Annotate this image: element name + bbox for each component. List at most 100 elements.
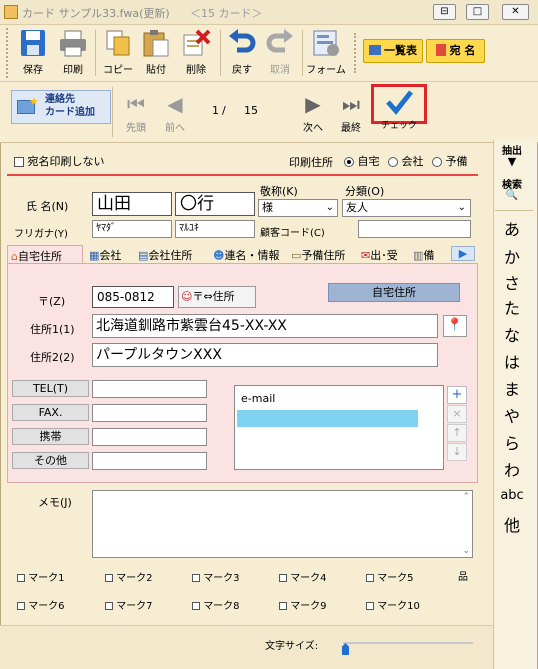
next-record-button[interactable]: ▶ 次へ (297, 89, 329, 134)
honorific-select[interactable]: 様 ⌄ (258, 199, 338, 217)
mark10-checkbox[interactable]: マーク10 (366, 597, 420, 612)
undo-button[interactable]: 戻す (223, 28, 261, 80)
kana-other[interactable]: 他 (500, 512, 524, 536)
kana-ma[interactable]: ま (500, 376, 524, 400)
fax-label-button[interactable]: FAX. (12, 404, 89, 421)
tab-notes[interactable]: ▥備 (413, 245, 447, 263)
list-view-button[interactable]: 一覧表 (363, 39, 423, 63)
address2-input[interactable]: パープルタウンXXX (92, 343, 438, 367)
mark6-checkbox[interactable]: マーク6 (17, 597, 65, 612)
move-down-button[interactable]: ↓ (447, 443, 467, 461)
tab-joint-info[interactable]: ☻連名・情報 (213, 245, 289, 263)
tab-scroll-right-button[interactable]: ▶ (451, 246, 475, 261)
print-button[interactable]: 印刷 (54, 28, 92, 80)
mark4-checkbox[interactable]: マーク4 (279, 569, 327, 584)
tel-label-button[interactable]: TEL(T) (12, 380, 89, 397)
kana-ta[interactable]: た (500, 295, 524, 319)
mark5-check[interactable] (366, 574, 374, 582)
add-contact-card-button[interactable]: ★ 連絡先 カード追加 (11, 90, 111, 124)
mark4-check[interactable] (279, 574, 287, 582)
move-up-button[interactable]: ↑ (447, 424, 467, 442)
address-button[interactable]: 宛 名 (426, 39, 485, 63)
kana-ra[interactable]: ら (500, 430, 524, 454)
first-kana-input[interactable]: ﾏﾙﾕｷ (175, 220, 255, 238)
tab-company[interactable]: ▦会社 (89, 245, 137, 263)
prev-record-button[interactable]: ◀ 前へ (159, 89, 191, 134)
form-button[interactable]: フォーム (306, 28, 346, 80)
mark3-checkbox[interactable]: マーク3 (192, 569, 240, 584)
email-list[interactable]: e-mail (234, 385, 444, 470)
first-name-input[interactable]: 〇行 (175, 192, 255, 216)
map-pin-button[interactable]: 📍 (443, 315, 467, 337)
kana-sa[interactable]: さ (500, 270, 524, 294)
last-kana-input[interactable]: ﾔﾏﾀﾞ (92, 220, 172, 238)
extract-button[interactable]: 抽出 ▼ (500, 142, 524, 167)
zip-to-address-button[interactable]: ☺〒⇔住所 (178, 286, 256, 308)
maximize-button[interactable]: □ (466, 4, 489, 20)
kana-wa[interactable]: わ (500, 457, 524, 481)
radio-home[interactable] (344, 157, 354, 167)
tab-home-address[interactable]: ⌂自宅住所 (7, 245, 83, 263)
tab-company-address[interactable]: ▤会社住所 (138, 245, 208, 263)
mark7-checkbox[interactable]: マーク7 (105, 597, 153, 612)
print-addr-company-radio[interactable]: 会社 (388, 153, 424, 169)
no-print-checkbox[interactable]: 宛名印刷しない (14, 153, 105, 169)
kana-ka[interactable]: か (500, 244, 524, 268)
mark9-check[interactable] (279, 602, 287, 610)
mobile-input[interactable] (92, 428, 207, 446)
no-print-check[interactable] (14, 157, 24, 167)
email-selected-row[interactable] (237, 410, 418, 427)
category-select[interactable]: 友人 ⌄ (342, 199, 471, 217)
tab-spare-address[interactable]: ▭予備住所 (291, 245, 357, 263)
mark8-checkbox[interactable]: マーク8 (192, 597, 240, 612)
add-email-button[interactable]: + (447, 386, 467, 404)
mark2-checkbox[interactable]: マーク2 (105, 569, 153, 584)
search-button[interactable]: 検索 🔍 (500, 176, 524, 201)
minimize-button[interactable]: ⊟ (433, 4, 456, 20)
mark1-check[interactable] (17, 574, 25, 582)
kana-abc[interactable]: abc (500, 488, 524, 503)
memo-textarea[interactable]: ⌃ ⌄ (92, 490, 473, 558)
mark7-check[interactable] (105, 602, 113, 610)
print-addr-home-radio[interactable]: 自宅 (344, 153, 380, 169)
radio-spare[interactable] (432, 157, 442, 167)
customer-code-input[interactable] (358, 220, 471, 238)
mark8-check[interactable] (192, 602, 200, 610)
mark9-checkbox[interactable]: マーク9 (279, 597, 327, 612)
delete-button[interactable]: 削除 (177, 28, 215, 80)
fax-input[interactable] (92, 404, 207, 422)
first-record-button[interactable]: ⏮ 先頭 (120, 89, 152, 134)
last-name-input[interactable]: 山田 (92, 192, 172, 216)
radio-company[interactable] (388, 157, 398, 167)
kana-ya[interactable]: や (500, 403, 524, 427)
font-size-slider-track[interactable] (343, 642, 473, 644)
marks-settings-icon[interactable]: 品 (458, 568, 468, 583)
paste-button[interactable]: 貼付 (137, 28, 175, 80)
address1-input[interactable]: 北海道釧路市紫雲台45-XX-XX (92, 314, 438, 338)
mark3-check[interactable] (192, 574, 200, 582)
tel-input[interactable] (92, 380, 207, 398)
other-label-button[interactable]: その他 (12, 452, 89, 469)
mark6-check[interactable] (17, 602, 25, 610)
kana-a[interactable]: あ (500, 216, 524, 240)
scroll-up-icon[interactable]: ⌃ (462, 492, 470, 502)
copy-button[interactable]: コピー (99, 28, 137, 80)
mark5-checkbox[interactable]: マーク5 (366, 569, 414, 584)
last-record-button[interactable]: ⏭ 最終 (335, 89, 367, 134)
scroll-down-icon[interactable]: ⌄ (462, 546, 470, 556)
mobile-label-button[interactable]: 携帯 (12, 428, 89, 445)
kana-ha[interactable]: は (500, 349, 524, 373)
mark1-checkbox[interactable]: マーク1 (17, 569, 65, 584)
close-button[interactable]: ✕ (502, 4, 529, 20)
print-addr-spare-radio[interactable]: 予備 (432, 153, 468, 169)
save-button[interactable]: 保存 (14, 28, 52, 80)
zip-input[interactable]: 085-0812 (92, 286, 174, 308)
kana-na[interactable]: な (500, 322, 524, 346)
remove-email-button[interactable]: × (447, 405, 467, 423)
other-input[interactable] (92, 452, 207, 470)
check-button[interactable]: チェック (373, 88, 425, 131)
mark2-check[interactable] (105, 574, 113, 582)
mark10-check[interactable] (366, 602, 374, 610)
tab-send-receive[interactable]: ✉出･受 (361, 245, 411, 263)
redo-button[interactable]: 取消 (261, 28, 299, 80)
